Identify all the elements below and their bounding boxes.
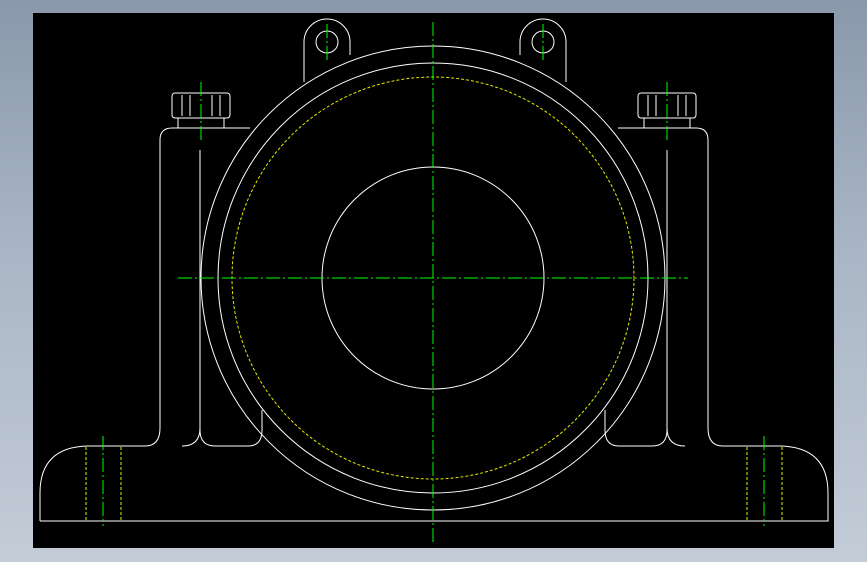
pedestal-web-right (666, 427, 686, 447)
pedestal-inner-right (604, 150, 668, 447)
cad-viewport[interactable] (33, 13, 834, 548)
cad-drawing (39, 18, 829, 545)
housing-base-outline (39, 127, 829, 522)
pedestal-inner-left (199, 150, 263, 447)
pedestal-web-left (181, 427, 201, 447)
